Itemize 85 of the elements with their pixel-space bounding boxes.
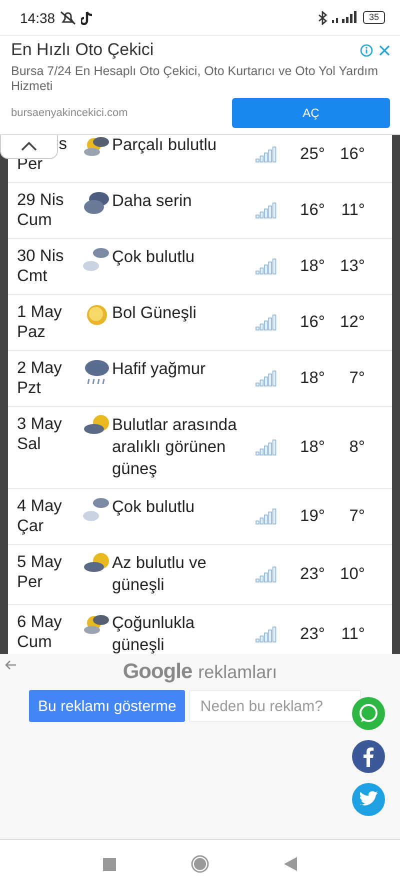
max-temperature: 19° (299, 506, 325, 526)
back-arrow-icon[interactable] (5, 660, 17, 670)
min-temperature: 13° (339, 256, 365, 276)
date-text: 1 May (17, 302, 63, 322)
close-icon[interactable] (379, 44, 390, 56)
min-temperature: 7° (348, 368, 365, 388)
max-temperature: 18° (299, 256, 325, 276)
date-text: 5 May (17, 552, 63, 572)
min-temperature: 11° (340, 624, 365, 644)
max-temperature: 18° (299, 438, 325, 456)
min-temperature: 11° (340, 200, 365, 220)
day-text: Cmt (17, 266, 48, 286)
back-icon[interactable] (284, 857, 297, 871)
open-button[interactable]: AÇ (232, 98, 390, 128)
whatsapp-button[interactable] (352, 697, 385, 730)
date-text: 6 May (17, 612, 63, 632)
cloud-icon (83, 496, 111, 522)
date-text: 30 Nis (17, 246, 65, 266)
weather-description: Hafif yağmur (112, 359, 206, 380)
music-note-icon (81, 10, 94, 24)
bar-chart-icon (255, 257, 277, 275)
google-logo: Google (122, 660, 192, 684)
max-temperature: 16° (299, 312, 325, 332)
ad-title[interactable]: En Hızlı Oto Çekici (11, 40, 354, 60)
cloud-icon (83, 246, 111, 272)
bar-chart-icon (255, 369, 277, 387)
bar-chart-icon (255, 625, 277, 643)
min-temperature: 12° (339, 312, 365, 332)
bar-chart-icon (255, 145, 277, 163)
max-temperature: 16° (299, 200, 325, 220)
max-temperature: 23° (299, 624, 325, 644)
chevron-up-icon (21, 142, 37, 151)
home-icon[interactable] (191, 855, 209, 873)
weather-description: Parçalı bulutlu (112, 135, 217, 156)
ad-description: Bursa 7/24 En Hesaplı Oto Çekici, Oto Kurtarıcı ve Oto Yol Yardım Hizmeti (11, 64, 380, 94)
date-text: s (58, 135, 67, 154)
weather-description: Çoğunlukla güneşli (112, 613, 196, 654)
battery-indicator: 35 (362, 11, 385, 24)
status-time: 14:38 (20, 10, 56, 26)
bluetooth-icon (318, 10, 327, 24)
bar-chart-icon (255, 313, 277, 331)
min-temperature: 16° (339, 144, 365, 164)
max-temperature: 18° (299, 368, 325, 388)
date-text: 29 Nis (17, 190, 65, 210)
date-text: 4 May (17, 496, 63, 516)
weather-description: Çok bulutlu (112, 247, 195, 268)
min-temperature: 8° (348, 438, 365, 456)
ads-label: reklamları (198, 662, 278, 683)
max-temperature: 23° (299, 564, 325, 584)
info-icon[interactable] (360, 44, 373, 56)
day-text: Sal (17, 434, 42, 454)
ad-url[interactable]: bursaenyakincekici.com (11, 107, 128, 119)
sun-cloud-icon (83, 612, 111, 636)
day-text: Cum (17, 210, 53, 230)
day-text: Cum (17, 632, 53, 652)
min-temperature: 10° (339, 564, 365, 584)
weather-description: Daha serin (112, 191, 192, 212)
date-text: 2 May (17, 358, 63, 378)
twitter-button[interactable] (352, 783, 385, 816)
bar-chart-icon (255, 438, 277, 456)
sun-cloud-icon (83, 552, 111, 574)
min-temperature: 7° (348, 506, 365, 526)
hide-ad-button[interactable]: Bu reklamı gösterme (29, 690, 186, 722)
sun-cloud-icon (83, 135, 111, 158)
day-text: Pzt (17, 378, 42, 398)
date-text: 3 May (17, 414, 63, 434)
facebook-button[interactable] (352, 740, 385, 773)
day-text: Paz (17, 322, 46, 342)
day-text: Çar (17, 516, 45, 536)
weather-description: Bulutlar arasında aralıklı görünen güneş (112, 415, 238, 480)
weather-description: Bol Güneşli (112, 303, 196, 324)
collapse-button[interactable] (0, 135, 58, 159)
why-this-ad-button[interactable]: Neden bu reklam? (189, 690, 362, 722)
bar-chart-icon (255, 507, 277, 525)
max-temperature: 25° (299, 144, 325, 164)
sun-cloud-icon (83, 414, 111, 436)
mute-icon (60, 10, 76, 24)
weather-description: Çok bulutlu (112, 497, 195, 518)
weather-description: Az bulutlu ve güneşli (112, 553, 208, 596)
bar-chart-icon (255, 201, 277, 219)
day-text: Per (17, 572, 44, 592)
signal-icon (332, 11, 358, 24)
bar-chart-icon (255, 565, 277, 583)
cloud-icon (83, 190, 111, 216)
recent-apps-icon[interactable] (103, 858, 116, 870)
